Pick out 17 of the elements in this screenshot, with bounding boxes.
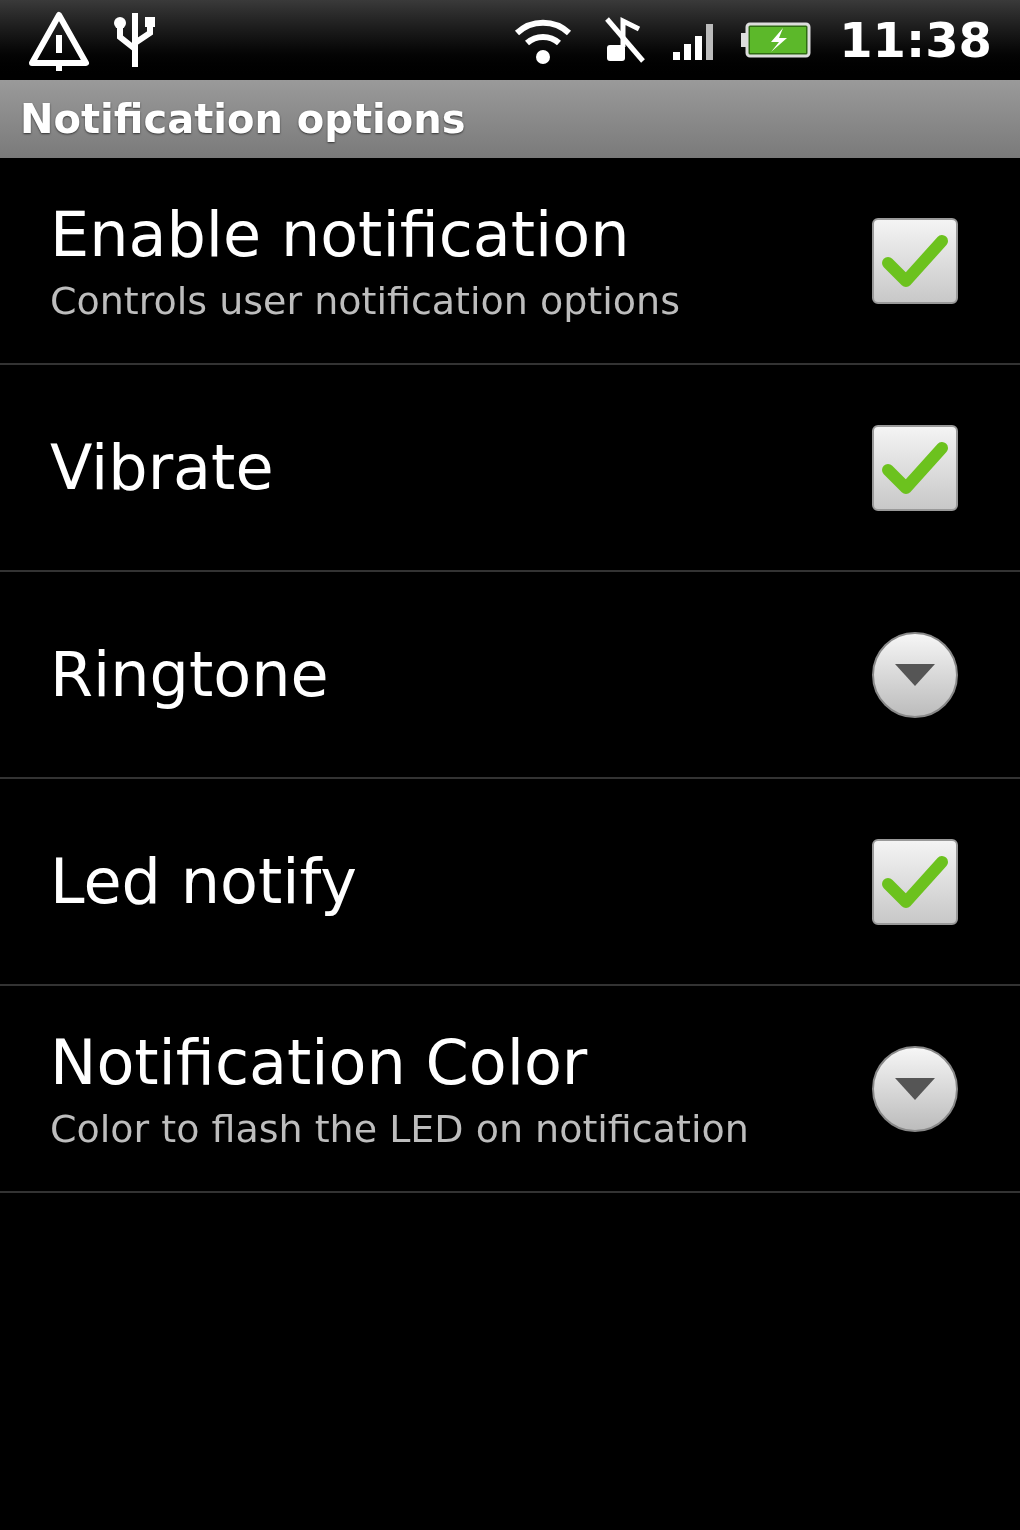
header-title: Notification options <box>20 95 466 144</box>
preference-title[interactable]: Ringtone <box>50 635 329 714</box>
preference-title[interactable]: Notification Color <box>50 1024 588 1102</box>
muted-sound-icon <box>603 15 648 65</box>
warning-icon <box>28 9 90 71</box>
caret-icon <box>893 661 937 688</box>
caret-icon <box>893 1075 937 1102</box>
preference-summary: Color to flash the LED on notification <box>50 1105 749 1153</box>
preference-title[interactable]: Vibrate <box>50 428 274 507</box>
preference-title[interactable]: Led notify <box>50 842 357 921</box>
checkbox[interactable] <box>872 838 958 925</box>
preference-title[interactable]: Enable notification <box>50 196 630 274</box>
checkbox[interactable] <box>872 424 958 511</box>
preference-summary: Controls user notification options <box>50 277 680 325</box>
clock-time: 11:38 <box>839 16 992 64</box>
checkbox[interactable] <box>872 217 958 304</box>
battery-charging-icon <box>741 20 812 60</box>
